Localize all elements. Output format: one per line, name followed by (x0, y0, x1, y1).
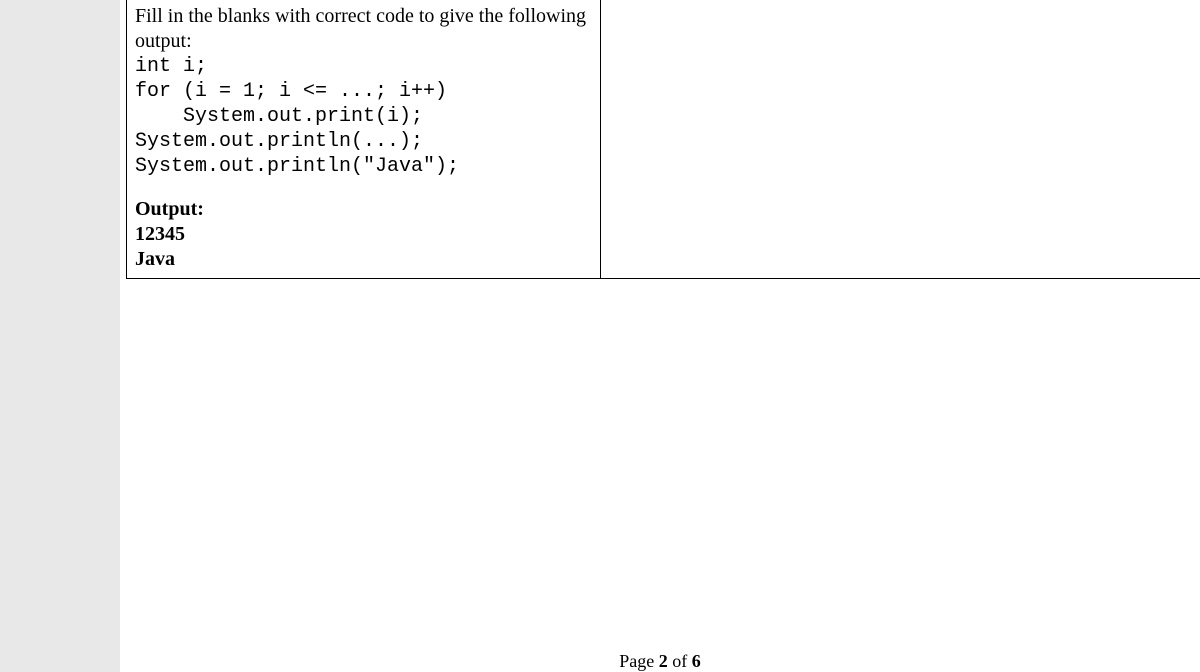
output-label: Output: (135, 197, 592, 222)
footer-of: of (668, 651, 692, 671)
code-line-3: System.out.print(i); (135, 104, 592, 129)
instruction-text-2: output: (135, 29, 592, 54)
output-line-1: 12345 (135, 222, 592, 247)
code-line-2: for (i = 1; i <= ...; i++) (135, 79, 592, 104)
code-line-1: int i; (135, 54, 592, 79)
code-line-5: System.out.println("Java"); (135, 154, 592, 179)
instruction-text-1: Fill in the blanks with correct code to … (135, 4, 592, 29)
document-page: Fill in the blanks with correct code to … (120, 0, 1200, 672)
footer-prefix: Page (619, 651, 659, 671)
footer-total-pages: 6 (692, 651, 701, 671)
table-row-bottom-border (601, 278, 1200, 279)
question-cell: Fill in the blanks with correct code to … (126, 0, 601, 279)
output-line-2: Java (135, 247, 592, 272)
code-line-4: System.out.println(...); (135, 129, 592, 154)
left-margin (0, 0, 120, 672)
footer-current-page: 2 (659, 651, 668, 671)
page-footer: Page 2 of 6 (120, 651, 1200, 672)
